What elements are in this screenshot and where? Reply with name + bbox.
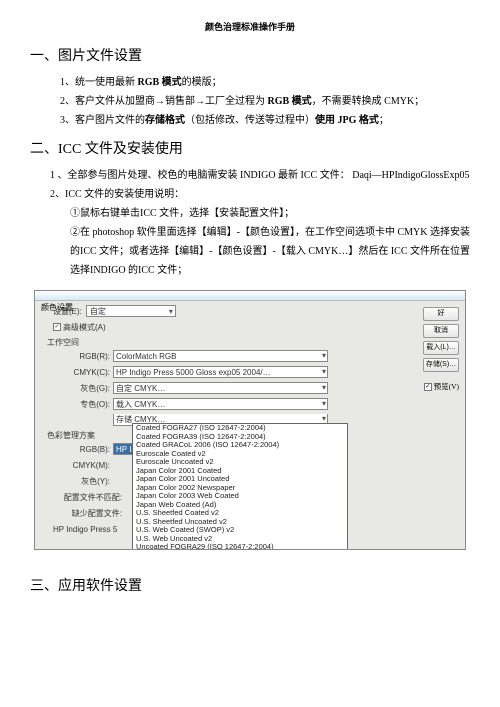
section-1-title: 一、图片文件设置: [30, 45, 470, 65]
preview-checkbox-row[interactable]: ✓ 预览(V): [424, 381, 459, 392]
section-1-body: 1、统一使用最新 RGB 模式的模版； 2、客户文件从加盟商→销售部→工厂全过程…: [30, 73, 470, 130]
load-button[interactable]: 载入(L)…: [423, 341, 459, 355]
preview-label: 预览(V): [434, 381, 459, 392]
s2-sub2: ②在 photoshop 软件里面选择【编辑】-【颜色设置】，在工作空间选项卡中…: [50, 223, 470, 280]
s1-l1b: RGB 模式: [138, 77, 182, 88]
cancel-button[interactable]: 取消: [423, 324, 459, 338]
dialog-buttons: 好 取消 载入(L)… 存储(S)…: [423, 307, 459, 372]
mismatch-label: 配置文件不匹配:: [53, 492, 125, 503]
cmyk-label: CMYK(C):: [53, 368, 113, 377]
p-gray-label: 灰色(Y):: [53, 476, 113, 487]
s2-p2: 2、ICC 文件的安装使用说明：: [50, 185, 470, 204]
s1-l3a: 3、客户图片文件的: [60, 115, 145, 126]
dropdown-option[interactable]: Coated FOGRA39 (ISO 12647-2:2004): [133, 433, 347, 442]
s2-sub1: ①鼠标右键单击ICC 文件，选择【安装配置文件】；: [50, 204, 470, 223]
s2-p1: 1 、全部参与图片处理、校色的电脑需安装 INDIGO 最新 ICC 文件： D…: [50, 166, 470, 185]
dropdown-option[interactable]: U.S. Web Coated (SWOP) v2: [133, 526, 347, 535]
section-2-body: 1 、全部参与图片处理、校色的电脑需安装 INDIGO 最新 ICC 文件： D…: [30, 166, 470, 280]
dropdown-option[interactable]: U.S. Sheetfed Coated v2: [133, 509, 347, 518]
spot-label: 专色(O):: [53, 399, 113, 410]
s1-l3c: （包括修改、传送等过程中）: [185, 115, 315, 126]
p-rgb-label: RGB(B):: [53, 445, 113, 454]
color-settings-dialog: 颜色设置 设置(E): 自定 ✓ 高级模式(A) 工作空间 RGB(R):Col…: [34, 290, 466, 550]
adv-checkbox[interactable]: ✓: [53, 323, 61, 331]
dropdown-option[interactable]: U.S. Sheetfed Uncoated v2: [133, 518, 347, 527]
dropdown-option[interactable]: Japan Color 2001 Coated: [133, 467, 347, 476]
doc-header: 颜色治理标准操作手册: [30, 20, 470, 33]
section-2-title: 二、ICC 文件及安装使用: [30, 138, 470, 158]
gray-label: 灰色(G):: [53, 383, 113, 394]
dropdown-option[interactable]: Euroscale Uncoated v2: [133, 458, 347, 467]
dropdown-option[interactable]: Japan Color 2001 Uncoated: [133, 475, 347, 484]
workspace-group: 工作空间: [47, 337, 415, 348]
rgb-combo[interactable]: ColorMatch RGB: [113, 350, 328, 362]
s1-l3e: ；: [379, 115, 389, 126]
dropdown-option[interactable]: Uncoated FOGRA29 (ISO 12647-2:2004): [133, 543, 347, 550]
dropdown-option[interactable]: Coated FOGRA27 (ISO 12647-2:2004): [133, 424, 347, 433]
hp-label: HP Indigo Press 5: [53, 525, 133, 534]
spot-combo[interactable]: 载入 CMYK…: [113, 398, 328, 410]
s1-l2a: 2、客户文件从加盟商→销售部→工厂全过程为: [60, 96, 268, 107]
s1-l1a: 1、统一使用最新: [60, 77, 138, 88]
s1-l2c: ，不需要转换成 CMYK；: [312, 96, 425, 107]
s1-l2b: RGB 模式: [268, 96, 312, 107]
settings-label: 设置(E):: [53, 306, 82, 317]
settings-combo[interactable]: 自定: [86, 305, 176, 317]
dialog-inner: 设置(E): 自定 ✓ 高级模式(A) 工作空间 RGB(R):ColorMat…: [53, 305, 415, 538]
dropdown-option[interactable]: Coated GRACoL 2006 (ISO 12647-2:2004): [133, 441, 347, 450]
p-cmyk-label: CMYK(M):: [53, 461, 113, 470]
window-chrome-top: [35, 291, 465, 301]
dropdown-option[interactable]: Japan Color 2002 Newspaper: [133, 484, 347, 493]
dropdown-option[interactable]: Japan Color 2003 Web Coated: [133, 492, 347, 501]
adv-label: 高级模式(A): [63, 322, 106, 333]
cmyk-dropdown-list[interactable]: Coated FOGRA27 (ISO 12647-2:2004)Coated …: [132, 423, 348, 550]
ok-button[interactable]: 好: [423, 307, 459, 321]
save-button[interactable]: 存储(S)…: [423, 358, 459, 372]
section-3-title: 三、应用软件设置: [30, 575, 470, 595]
s1-l3d: 使用 JPG 格式: [315, 115, 379, 126]
dropdown-option[interactable]: U.S. Web Uncoated v2: [133, 535, 347, 544]
s1-l1c: 的模版；: [182, 77, 222, 88]
gray-combo[interactable]: 自定 CMYK…: [113, 382, 328, 394]
cmyk-combo[interactable]: HP Indigo Press 5000 Gloss exp05 2004/…: [113, 366, 328, 378]
s1-l3b: 存储格式: [145, 115, 185, 126]
rgb-label: RGB(R):: [53, 352, 113, 361]
dropdown-option[interactable]: Japan Web Coated (Ad): [133, 501, 347, 510]
dropdown-option[interactable]: Euroscale Coated v2: [133, 450, 347, 459]
preview-checkbox[interactable]: ✓: [424, 383, 432, 391]
missing-label: 缺少配置文件:: [53, 508, 125, 519]
